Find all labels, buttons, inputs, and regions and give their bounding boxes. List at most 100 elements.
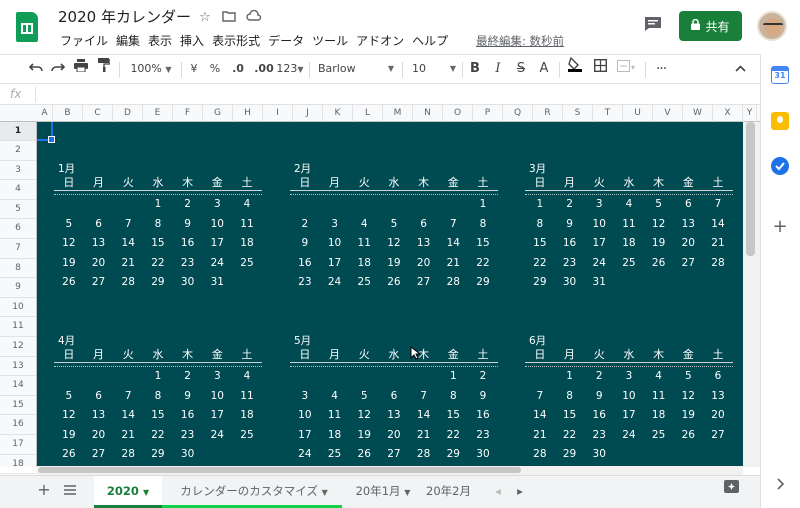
row-header[interactable]: 13 (0, 357, 36, 377)
day-cell[interactable]: 31 (584, 273, 614, 293)
day-cell[interactable]: 1 (143, 195, 173, 215)
expand-panel-icon[interactable] (772, 476, 788, 492)
day-cell[interactable] (349, 367, 379, 387)
day-cell[interactable]: 28 (703, 254, 733, 274)
day-cell[interactable]: 23 (555, 254, 585, 274)
row-header[interactable]: 7 (0, 239, 36, 259)
decrease-decimal-button[interactable]: .0 (227, 55, 249, 83)
day-cell[interactable]: 26 (644, 254, 674, 274)
day-cell[interactable]: 5 (54, 387, 84, 407)
day-cell[interactable]: 15 (555, 406, 585, 426)
day-cell[interactable]: 12 (54, 234, 84, 254)
day-cell[interactable]: 26 (349, 445, 379, 465)
day-cell[interactable]: 10 (614, 387, 644, 407)
day-cell[interactable]: 7 (525, 387, 555, 407)
column-header[interactable]: X (713, 105, 743, 122)
day-cell[interactable]: 8 (143, 387, 173, 407)
day-cell[interactable]: 9 (468, 387, 498, 407)
day-cell[interactable]: 17 (584, 234, 614, 254)
day-cell[interactable]: 16 (468, 406, 498, 426)
horizontal-scroll-thumb[interactable] (38, 467, 521, 473)
day-cell[interactable]: 10 (320, 234, 350, 254)
day-cell[interactable]: 7 (703, 195, 733, 215)
day-cell[interactable]: 22 (555, 426, 585, 446)
row-header[interactable]: 3 (0, 161, 36, 181)
sheet-tab-feb[interactable]: 20年2月 (424, 476, 484, 508)
day-cell[interactable]: 30 (584, 445, 614, 465)
day-cell[interactable]: 1 (438, 367, 468, 387)
day-cell[interactable]: 19 (644, 234, 674, 254)
day-cell[interactable]: 13 (84, 234, 114, 254)
explore-icon[interactable] (720, 476, 742, 508)
text-color-button[interactable]: A (535, 55, 553, 83)
day-cell[interactable]: 18 (349, 254, 379, 274)
day-cell[interactable]: 11 (644, 387, 674, 407)
day-cell[interactable]: 10 (584, 215, 614, 235)
day-cell[interactable]: 20 (84, 254, 114, 274)
row-header[interactable]: 5 (0, 200, 36, 220)
day-cell[interactable]: 11 (232, 215, 262, 235)
column-header[interactable]: K (323, 105, 353, 122)
day-cell[interactable]: 8 (525, 215, 555, 235)
menu-insert[interactable]: 挿入 (176, 32, 208, 50)
day-cell[interactable]: 7 (438, 215, 468, 235)
borders-icon[interactable] (589, 55, 611, 83)
avatar[interactable] (757, 11, 787, 41)
bold-button[interactable]: B (466, 55, 484, 83)
day-cell[interactable] (54, 367, 84, 387)
vertical-scroll-thumb[interactable] (746, 122, 755, 256)
day-cell[interactable]: 30 (468, 445, 498, 465)
day-cell[interactable]: 2 (290, 215, 320, 235)
day-cell[interactable]: 21 (409, 426, 439, 446)
percent-format-button[interactable]: % (207, 55, 223, 83)
day-cell[interactable]: 5 (349, 387, 379, 407)
day-cell[interactable]: 16 (290, 254, 320, 274)
row-header[interactable]: 6 (0, 219, 36, 239)
day-cell[interactable]: 26 (54, 273, 84, 293)
day-cell[interactable]: 22 (143, 254, 173, 274)
day-cell[interactable]: 7 (113, 215, 143, 235)
column-header[interactable]: T (593, 105, 623, 122)
row-header[interactable]: 8 (0, 259, 36, 279)
day-cell[interactable]: 24 (320, 273, 350, 293)
day-cell[interactable]: 18 (644, 406, 674, 426)
day-cell[interactable]: 24 (202, 426, 232, 446)
row-header[interactable]: 17 (0, 435, 36, 455)
day-cell[interactable]: 19 (54, 426, 84, 446)
day-cell[interactable]: 7 (409, 387, 439, 407)
day-cell[interactable]: 31 (202, 273, 232, 293)
tasks-icon[interactable] (771, 157, 789, 175)
day-cell[interactable]: 8 (143, 215, 173, 235)
column-header[interactable]: U (623, 105, 653, 122)
day-cell[interactable] (673, 445, 703, 465)
row-header[interactable]: 12 (0, 337, 36, 357)
row-header[interactable]: 16 (0, 415, 36, 435)
day-cell[interactable]: 30 (173, 445, 203, 465)
move-to-folder-icon[interactable] (221, 10, 237, 26)
menu-tools[interactable]: ツール (308, 32, 352, 50)
day-cell[interactable]: 21 (113, 426, 143, 446)
day-cell[interactable] (379, 195, 409, 215)
day-cell[interactable] (644, 445, 674, 465)
day-cell[interactable]: 6 (379, 387, 409, 407)
day-cell[interactable]: 22 (468, 254, 498, 274)
undo-icon[interactable] (26, 55, 46, 83)
column-header[interactable]: C (83, 105, 113, 122)
paint-format-icon[interactable] (94, 55, 114, 83)
day-cell[interactable] (409, 367, 439, 387)
increase-decimal-button[interactable]: .00 (252, 55, 276, 83)
day-cell[interactable]: 3 (614, 367, 644, 387)
day-cell[interactable]: 16 (584, 406, 614, 426)
day-cell[interactable]: 27 (409, 273, 439, 293)
row-header[interactable]: 4 (0, 180, 36, 200)
column-header[interactable]: H (233, 105, 263, 122)
document-title[interactable]: 2020 年カレンダー (58, 6, 191, 27)
day-cell[interactable] (349, 195, 379, 215)
day-cell[interactable]: 4 (349, 215, 379, 235)
day-cell[interactable]: 18 (232, 234, 262, 254)
day-cell[interactable]: 10 (202, 387, 232, 407)
day-cell[interactable]: 5 (54, 215, 84, 235)
row-header[interactable]: 15 (0, 396, 36, 416)
day-cell[interactable] (409, 195, 439, 215)
row-header[interactable]: 1 (0, 122, 36, 141)
